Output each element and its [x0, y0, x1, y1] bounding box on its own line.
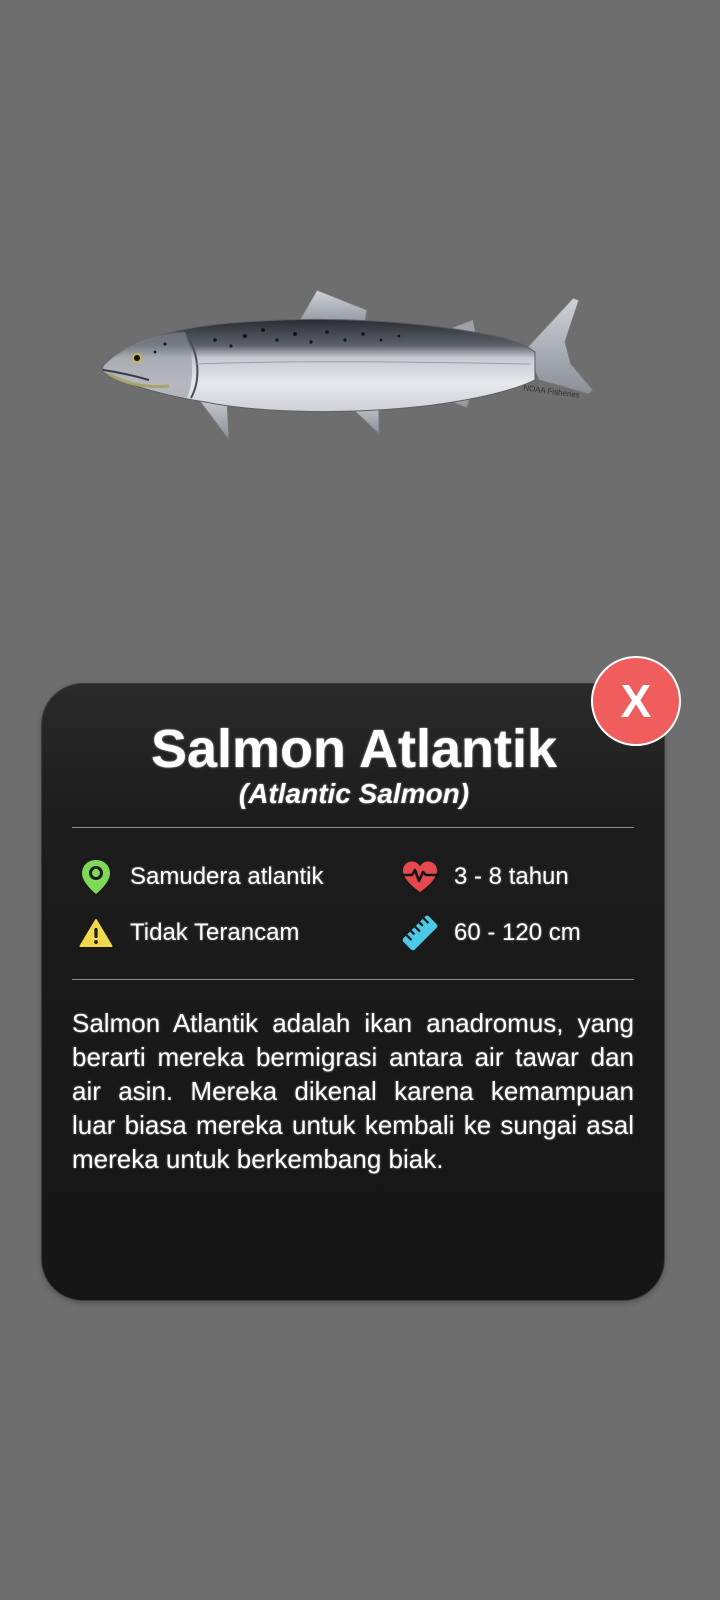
- stat-conservation-status: Tidak Terancam: [76, 913, 299, 953]
- ruler-icon: [400, 913, 440, 953]
- conservation-status-label: Tidak Terancam: [130, 919, 300, 946]
- heart-pulse-icon: [400, 857, 440, 897]
- divider: [72, 979, 634, 980]
- map-pin-icon: [76, 857, 116, 897]
- length-label: 60 - 120 cm: [454, 919, 581, 946]
- close-button-label: X: [620, 675, 652, 727]
- close-button[interactable]: X: [591, 656, 681, 746]
- stat-habitat: Samudera atlantik: [76, 857, 323, 897]
- species-info-card: Salmon Atlantik (Atlantic Salmon) Samude…: [41, 683, 665, 1301]
- stat-lifespan: 3 - 8 tahun: [400, 857, 569, 897]
- lifespan-label: 3 - 8 tahun: [454, 863, 569, 890]
- habitat-label: Samudera atlantik: [130, 863, 324, 890]
- species-scientific-name: (Atlantic Salmon): [238, 778, 470, 809]
- species-description: Salmon Atlantik adalah ikan anadromus, y…: [72, 1008, 634, 1174]
- divider: [72, 827, 634, 828]
- fish-image: NOAA Fisheries: [95, 280, 605, 450]
- stat-length: 60 - 120 cm: [400, 913, 581, 953]
- species-title: Salmon Atlantik: [150, 719, 558, 779]
- warning-icon: [76, 913, 116, 953]
